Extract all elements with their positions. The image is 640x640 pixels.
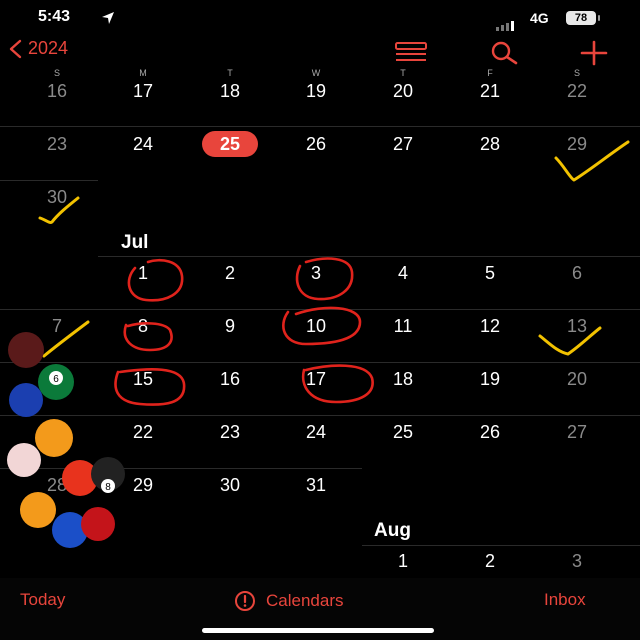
add-event-icon[interactable] — [576, 40, 612, 66]
battery-icon: 78 — [566, 11, 596, 25]
today-button[interactable]: Today — [20, 590, 65, 610]
circle-mark-17 — [301, 364, 374, 404]
home-indicator — [202, 628, 434, 633]
svg-text:8: 8 — [105, 482, 111, 493]
circle-mark-10 — [282, 306, 362, 346]
battery-nub — [598, 15, 600, 21]
circle-mark-1 — [127, 258, 184, 302]
billiard-balls-sticker-image: 6 8 — [7, 332, 125, 548]
exclamation-circle-icon — [235, 591, 255, 611]
search-icon[interactable] — [486, 40, 522, 66]
inbox-button[interactable]: Inbox — [544, 590, 586, 610]
year-label: 2024 — [28, 38, 69, 58]
svg-text:6: 6 — [53, 374, 59, 385]
chevron-left-icon — [9, 39, 22, 58]
status-bar: 5:43 4G 78 — [0, 0, 640, 36]
list-view-icon[interactable] — [394, 40, 430, 66]
network-type: 4G — [530, 10, 549, 26]
calendars-button[interactable]: Calendars — [234, 590, 344, 612]
status-time: 5:43 — [38, 8, 71, 25]
check-mark-29 — [554, 140, 630, 182]
cellular-signal-icon — [496, 13, 516, 31]
back-to-year-button[interactable]: 2024 — [8, 38, 68, 59]
calendars-label: Calendars — [266, 591, 344, 610]
circle-mark-3 — [295, 257, 354, 301]
check-mark-30 — [38, 196, 80, 224]
check-mark-13 — [538, 326, 602, 356]
location-arrow-icon — [102, 12, 114, 24]
